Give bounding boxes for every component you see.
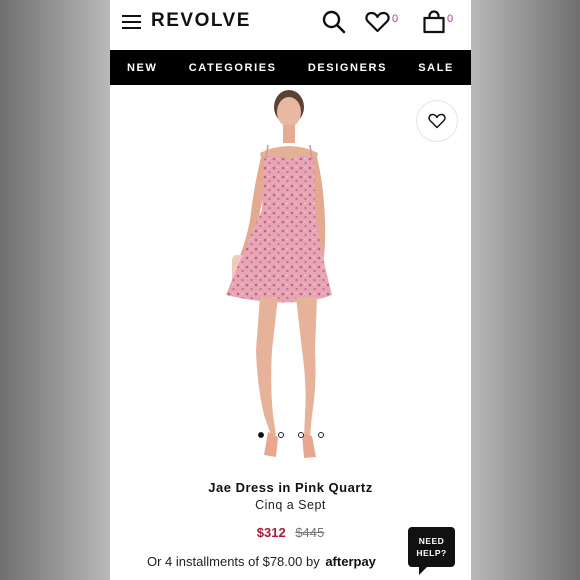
installments-info: Or 4 installments of $78.00 by afterpay — [147, 554, 376, 569]
revolve-logo[interactable]: REVOLVE — [151, 10, 251, 32]
nav-sale[interactable]: SALE — [418, 62, 454, 74]
product-brand[interactable]: Cinq a Sept — [110, 498, 471, 512]
menu-icon[interactable] — [122, 15, 141, 29]
nav-new[interactable]: NEW — [127, 62, 157, 74]
carousel-dot-1[interactable] — [257, 432, 264, 438]
carousel-dot-4[interactable] — [317, 432, 324, 438]
carousel-dot-2[interactable] — [277, 432, 284, 438]
carousel-dot-3[interactable] — [297, 432, 304, 438]
sale-price: $312 — [256, 525, 286, 540]
original-price: $445 — [295, 525, 325, 540]
heart-outline-icon — [428, 113, 446, 129]
background-left — [0, 0, 110, 580]
heart-icon[interactable] — [365, 11, 390, 33]
nav-designers[interactable]: DESIGNERS — [308, 62, 387, 74]
category-nav: NEW CATEGORIES DESIGNERS SALE — [110, 50, 471, 85]
need-help-line1: NEED — [418, 536, 445, 546]
need-help-button[interactable]: NEED HELP? — [408, 527, 455, 575]
image-carousel-dots — [110, 432, 471, 438]
product-image[interactable] — [110, 85, 471, 470]
installments-text: Or 4 installments of $78.00 by — [147, 554, 320, 569]
background-right — [470, 0, 580, 580]
afterpay-logo[interactable]: afterpay — [325, 554, 376, 569]
product-name: Jae Dress in Pink Quartz — [208, 480, 373, 495]
bag-icon[interactable] — [422, 10, 446, 34]
mobile-screen: REVOLVE 0 0 NEW CATEGORIES DESIGNERS SAL… — [110, 0, 471, 580]
wishlist-count: 0 — [392, 13, 399, 25]
search-icon[interactable] — [321, 9, 347, 35]
nav-categories[interactable]: CATEGORIES — [189, 62, 277, 74]
add-to-wishlist-button[interactable] — [416, 100, 458, 142]
bag-count: 0 — [447, 13, 454, 25]
top-bar: REVOLVE 0 0 — [110, 0, 471, 48]
need-help-line2: HELP? — [416, 548, 447, 558]
